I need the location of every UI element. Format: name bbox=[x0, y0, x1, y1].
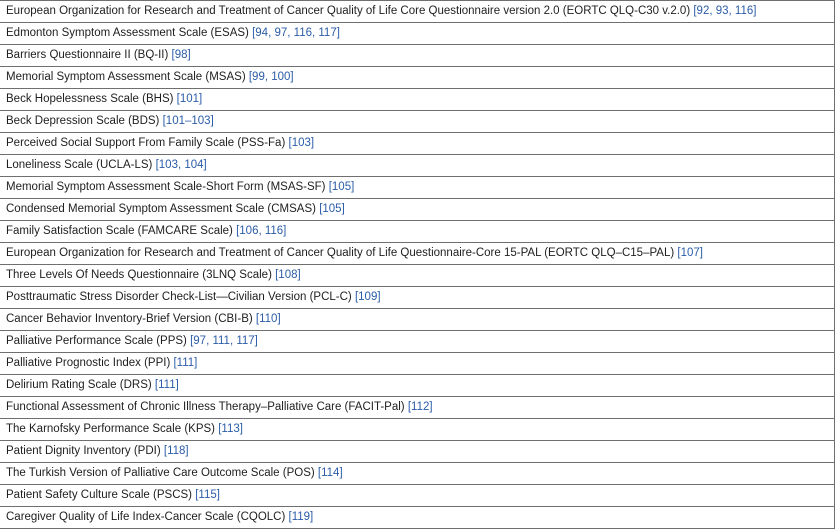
table-cell: Beck Hopelessness Scale (BHS) [101] bbox=[0, 88, 835, 111]
table-cell: Memorial Symptom Assessment Scale (MSAS)… bbox=[0, 66, 835, 89]
table-cell: Functional Assessment of Chronic Illness… bbox=[0, 396, 835, 419]
table-row: Beck Hopelessness Scale (BHS) [101] bbox=[0, 88, 835, 111]
table-cell: Beck Depression Scale (BDS) [101–103] bbox=[0, 110, 835, 133]
table-row: Posttraumatic Stress Disorder Check-List… bbox=[0, 286, 835, 309]
table-row: Palliative Prognostic Index (PPI) [111] bbox=[0, 352, 835, 375]
scale-name: Patient Dignity Inventory (PDI) bbox=[6, 445, 161, 457]
table-cell: Delirium Rating Scale (DRS) [111] bbox=[0, 374, 835, 397]
table-row: Cancer Behavior Inventory-Brief Version … bbox=[0, 308, 835, 331]
citation-link[interactable]: [103] bbox=[289, 137, 315, 149]
table-cell: The Turkish Version of Palliative Care O… bbox=[0, 462, 835, 485]
table-cell: Barriers Questionnaire II (BQ-II) [98] bbox=[0, 44, 835, 67]
scale-name: The Turkish Version of Palliative Care O… bbox=[6, 467, 315, 479]
citation-link[interactable]: [111] bbox=[173, 357, 197, 369]
table-cell: Family Satisfaction Scale (FAMCARE Scale… bbox=[0, 220, 835, 243]
table-row: Delirium Rating Scale (DRS) [111] bbox=[0, 374, 835, 397]
citation-link[interactable]: [94, 97, 116, 117] bbox=[252, 27, 340, 39]
scale-name: European Organization for Research and T… bbox=[6, 247, 675, 259]
table-row: The Turkish Version of Palliative Care O… bbox=[0, 462, 835, 485]
scale-name: Perceived Social Support From Family Sca… bbox=[6, 137, 286, 149]
table-cell: Patient Safety Culture Scale (PSCS) [115… bbox=[0, 484, 835, 507]
citation-link[interactable]: [105] bbox=[319, 203, 345, 215]
scale-name: Posttraumatic Stress Disorder Check-List… bbox=[6, 291, 352, 303]
scales-table-body: European Organization for Research and T… bbox=[0, 0, 835, 529]
table-row: Loneliness Scale (UCLA-LS) [103, 104] bbox=[0, 154, 835, 177]
scale-name: Condensed Memorial Symptom Assessment Sc… bbox=[6, 203, 316, 215]
citation-link[interactable]: [112] bbox=[408, 401, 433, 413]
table-row: European Organization for Research and T… bbox=[0, 0, 835, 23]
table-cell: Patient Dignity Inventory (PDI) [118] bbox=[0, 440, 835, 463]
table-cell: Condensed Memorial Symptom Assessment Sc… bbox=[0, 198, 835, 221]
table-row: Patient Safety Culture Scale (PSCS) [115… bbox=[0, 484, 835, 507]
citation-link[interactable]: [113] bbox=[218, 423, 243, 435]
scale-name: Three Levels Of Needs Questionnaire (3LN… bbox=[6, 269, 272, 281]
table-cell: The Karnofsky Performance Scale (KPS) [1… bbox=[0, 418, 835, 441]
scale-name: Memorial Symptom Assessment Scale (MSAS) bbox=[6, 71, 246, 83]
citation-link[interactable]: [114] bbox=[318, 467, 343, 479]
table-cell: Edmonton Symptom Assessment Scale (ESAS)… bbox=[0, 22, 835, 45]
citation-link[interactable]: [98] bbox=[172, 49, 191, 61]
table-cell: Palliative Performance Scale (PPS) [97, … bbox=[0, 330, 835, 353]
table-cell: Palliative Prognostic Index (PPI) [111] bbox=[0, 352, 835, 375]
table-row: Three Levels Of Needs Questionnaire (3LN… bbox=[0, 264, 835, 287]
table-row: Memorial Symptom Assessment Scale (MSAS)… bbox=[0, 66, 835, 89]
table-cell: Posttraumatic Stress Disorder Check-List… bbox=[0, 286, 835, 309]
citation-link[interactable]: [105] bbox=[329, 181, 355, 193]
citation-link[interactable]: [101–103] bbox=[163, 115, 214, 127]
table-cell: Three Levels Of Needs Questionnaire (3LN… bbox=[0, 264, 835, 287]
scale-name: Delirium Rating Scale (DRS) bbox=[6, 379, 152, 391]
scale-name: Barriers Questionnaire II (BQ-II) bbox=[6, 49, 169, 61]
citation-link[interactable]: [111] bbox=[155, 379, 179, 391]
scale-name: European Organization for Research and T… bbox=[6, 5, 691, 17]
scale-name: Patient Safety Culture Scale (PSCS) bbox=[6, 489, 192, 501]
scale-name: Beck Depression Scale (BDS) bbox=[6, 115, 160, 127]
table-row: Beck Depression Scale (BDS) [101–103] bbox=[0, 110, 835, 133]
scale-name: Palliative Prognostic Index (PPI) bbox=[6, 357, 171, 369]
scale-name: Caregiver Quality of Life Index-Cancer S… bbox=[6, 511, 286, 523]
citation-link[interactable]: [97, 111, 117] bbox=[190, 335, 258, 347]
scale-name: Cancer Behavior Inventory-Brief Version … bbox=[6, 313, 253, 325]
table-row: European Organization for Research and T… bbox=[0, 242, 835, 265]
table-cell: European Organization for Research and T… bbox=[0, 0, 835, 23]
citation-link[interactable]: [103, 104] bbox=[156, 159, 207, 171]
table-row: The Karnofsky Performance Scale (KPS) [1… bbox=[0, 418, 835, 441]
citation-link[interactable]: [107] bbox=[677, 247, 703, 259]
scale-name: Palliative Performance Scale (PPS) bbox=[6, 335, 187, 347]
table-cell: Cancer Behavior Inventory-Brief Version … bbox=[0, 308, 835, 331]
scale-name: Functional Assessment of Chronic Illness… bbox=[6, 401, 405, 413]
table-row: Memorial Symptom Assessment Scale-Short … bbox=[0, 176, 835, 199]
citation-link[interactable]: [109] bbox=[355, 291, 381, 303]
scale-name: Family Satisfaction Scale (FAMCARE Scale… bbox=[6, 225, 233, 237]
table-row: Perceived Social Support From Family Sca… bbox=[0, 132, 835, 155]
table-row: Functional Assessment of Chronic Illness… bbox=[0, 396, 835, 419]
citation-link[interactable]: [101] bbox=[177, 93, 203, 105]
table-row: Edmonton Symptom Assessment Scale (ESAS)… bbox=[0, 22, 835, 45]
citation-link[interactable]: [92, 93, 116] bbox=[693, 5, 756, 17]
scales-table: European Organization for Research and T… bbox=[0, 0, 835, 529]
citation-link[interactable]: [119] bbox=[289, 511, 314, 523]
citation-link[interactable]: [108] bbox=[275, 269, 301, 281]
table-row: Palliative Performance Scale (PPS) [97, … bbox=[0, 330, 835, 353]
citation-link[interactable]: [106, 116] bbox=[236, 225, 286, 237]
table-row: Barriers Questionnaire II (BQ-II) [98] bbox=[0, 44, 835, 67]
table-row: Patient Dignity Inventory (PDI) [118] bbox=[0, 440, 835, 463]
table-cell: Caregiver Quality of Life Index-Cancer S… bbox=[0, 506, 835, 529]
scale-name: Memorial Symptom Assessment Scale-Short … bbox=[6, 181, 326, 193]
scale-name: Loneliness Scale (UCLA-LS) bbox=[6, 159, 153, 171]
table-row: Caregiver Quality of Life Index-Cancer S… bbox=[0, 506, 835, 529]
scale-name: Edmonton Symptom Assessment Scale (ESAS) bbox=[6, 27, 249, 39]
table-row: Condensed Memorial Symptom Assessment Sc… bbox=[0, 198, 835, 221]
table-cell: European Organization for Research and T… bbox=[0, 242, 835, 265]
citation-link[interactable]: [115] bbox=[195, 489, 220, 501]
citation-link[interactable]: [110] bbox=[256, 313, 281, 325]
table-cell: Perceived Social Support From Family Sca… bbox=[0, 132, 835, 155]
scale-name: Beck Hopelessness Scale (BHS) bbox=[6, 93, 174, 105]
table-cell: Loneliness Scale (UCLA-LS) [103, 104] bbox=[0, 154, 835, 177]
table-row: Family Satisfaction Scale (FAMCARE Scale… bbox=[0, 220, 835, 243]
citation-link[interactable]: [118] bbox=[164, 445, 189, 457]
citation-link[interactable]: [99, 100] bbox=[249, 71, 294, 83]
scale-name: The Karnofsky Performance Scale (KPS) bbox=[6, 423, 215, 435]
table-cell: Memorial Symptom Assessment Scale-Short … bbox=[0, 176, 835, 199]
